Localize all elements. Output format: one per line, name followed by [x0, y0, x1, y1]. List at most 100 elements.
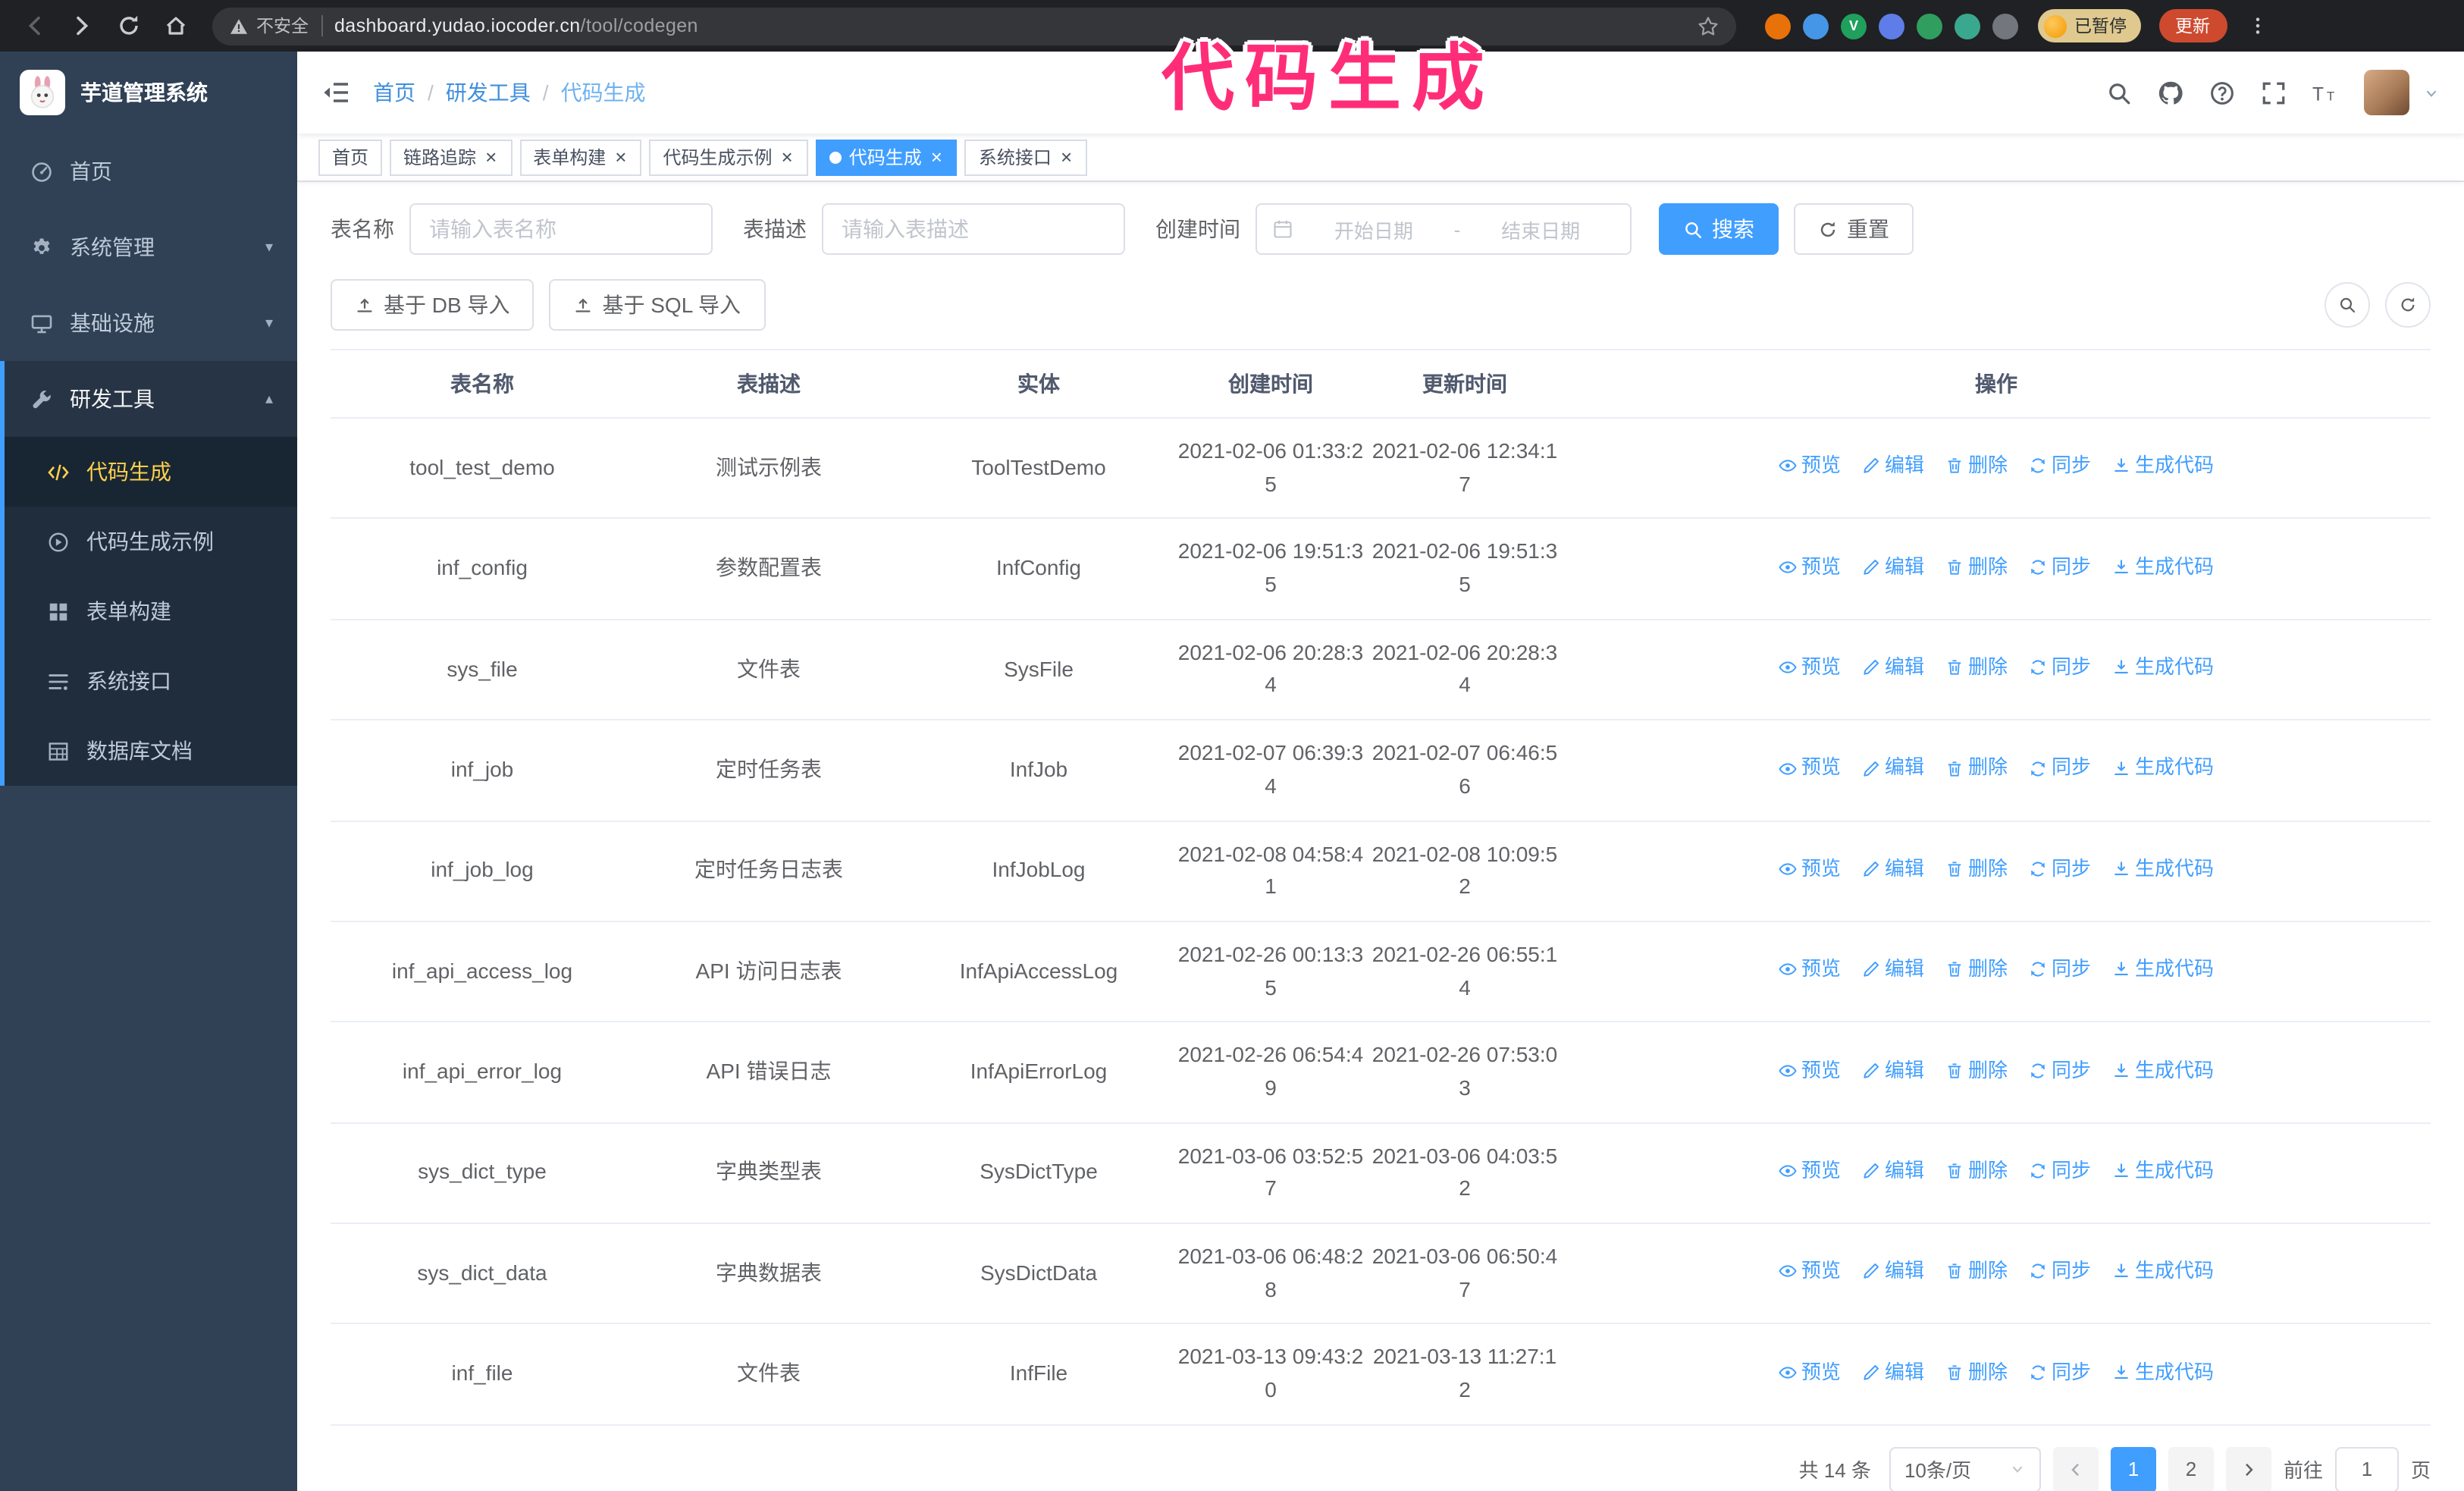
tab-form-builder[interactable]: 表单构建 ×: [519, 139, 642, 175]
date-range-picker[interactable]: 开始日期 - 结束日期: [1256, 203, 1632, 255]
page-size-select[interactable]: 10条/页: [1889, 1446, 2041, 1491]
delete-action-link[interactable]: 删除: [1945, 753, 2008, 783]
generate-action-link[interactable]: 生成代码: [2112, 652, 2214, 683]
close-icon[interactable]: ×: [613, 147, 628, 167]
preview-action-link[interactable]: 预览: [1779, 854, 1841, 884]
page-1-button[interactable]: 1: [2110, 1446, 2156, 1491]
delete-action-link[interactable]: 删除: [1945, 954, 2008, 984]
preview-action-link[interactable]: 预览: [1779, 1357, 1841, 1387]
profile-chip[interactable]: 已暂停: [2038, 9, 2140, 42]
security-warning[interactable]: 不安全: [229, 14, 309, 38]
import-db-button[interactable]: 基于 DB 导入: [331, 279, 534, 331]
sync-action-link[interactable]: 同步: [2029, 451, 2091, 482]
generate-action-link[interactable]: 生成代码: [2112, 1055, 2214, 1085]
preview-action-link[interactable]: 预览: [1779, 451, 1841, 482]
preview-action-link[interactable]: 预览: [1779, 551, 1841, 582]
sync-action-link[interactable]: 同步: [2029, 753, 2091, 783]
tab-codegen-example[interactable]: 代码生成示例 ×: [649, 139, 808, 175]
sidebar-toggle-icon[interactable]: [321, 80, 350, 105]
edit-action-link[interactable]: 编辑: [1862, 652, 1924, 683]
sidebar-item-infrastructure[interactable]: 基础设施 ▾: [0, 285, 297, 361]
browser-update-button[interactable]: 更新: [2158, 9, 2227, 42]
edit-action-link[interactable]: 编辑: [1862, 1257, 1924, 1287]
edit-action-link[interactable]: 编辑: [1862, 1055, 1924, 1085]
delete-action-link[interactable]: 删除: [1945, 451, 2008, 482]
help-icon[interactable]: [2209, 80, 2235, 105]
browser-reload-icon[interactable]: [109, 6, 149, 46]
delete-action-link[interactable]: 删除: [1945, 1357, 2008, 1387]
delete-action-link[interactable]: 删除: [1945, 1156, 2008, 1186]
sync-action-link[interactable]: 同步: [2029, 1257, 2091, 1287]
prev-page-button[interactable]: [2052, 1446, 2099, 1491]
close-icon[interactable]: ×: [1059, 147, 1074, 167]
sidebar-item-db-doc[interactable]: 数据库文档: [5, 716, 297, 786]
edit-action-link[interactable]: 编辑: [1862, 451, 1924, 482]
fullscreen-icon[interactable]: [2261, 80, 2287, 105]
tab-system-api[interactable]: 系统接口 ×: [964, 139, 1088, 175]
user-avatar[interactable]: [2364, 70, 2409, 115]
delete-action-link[interactable]: 删除: [1945, 652, 2008, 683]
edit-action-link[interactable]: 编辑: [1862, 1357, 1924, 1387]
breadcrumb-home[interactable]: 首页: [373, 77, 415, 108]
sync-action-link[interactable]: 同步: [2029, 954, 2091, 984]
chevron-down-icon[interactable]: [2423, 84, 2440, 101]
generate-action-link[interactable]: 生成代码: [2112, 753, 2214, 783]
sidebar-item-system-mgmt[interactable]: 系统管理 ▾: [0, 209, 297, 285]
people-extension-icon[interactable]: [1879, 13, 1904, 39]
edit-action-link[interactable]: 编辑: [1862, 954, 1924, 984]
delete-action-link[interactable]: 删除: [1945, 854, 2008, 884]
address-bar[interactable]: 不安全 dashboard.yudao.iocoder.cn/tool/code…: [212, 7, 1736, 45]
next-page-button[interactable]: [2225, 1446, 2271, 1491]
generate-action-link[interactable]: 生成代码: [2112, 854, 2214, 884]
edit-action-link[interactable]: 编辑: [1862, 854, 1924, 884]
generate-action-link[interactable]: 生成代码: [2112, 551, 2214, 582]
sidebar-item-codegen-example[interactable]: 代码生成示例: [5, 507, 297, 576]
goto-page-input[interactable]: [2334, 1446, 2399, 1491]
refresh-table-button[interactable]: [2385, 282, 2431, 328]
browser-home-icon[interactable]: [156, 6, 196, 46]
search-button[interactable]: 搜索: [1659, 203, 1779, 255]
browser-back-icon[interactable]: [15, 6, 55, 46]
close-icon[interactable]: ×: [929, 147, 944, 167]
delete-action-link[interactable]: 删除: [1945, 1055, 2008, 1085]
close-icon[interactable]: ×: [484, 147, 498, 167]
green-box-extension-icon[interactable]: [1917, 13, 1942, 39]
sync-action-link[interactable]: 同步: [2029, 652, 2091, 683]
breadcrumb-devtools[interactable]: 研发工具: [446, 77, 531, 108]
generate-action-link[interactable]: 生成代码: [2112, 1257, 2214, 1287]
reset-button[interactable]: 重置: [1794, 203, 1914, 255]
sync-action-link[interactable]: 同步: [2029, 854, 2091, 884]
sidebar-item-system-api[interactable]: 系统接口: [5, 646, 297, 716]
preview-action-link[interactable]: 预览: [1779, 1156, 1841, 1186]
sync-action-link[interactable]: 同步: [2029, 1156, 2091, 1186]
blue-drop-extension-icon[interactable]: [1803, 13, 1829, 39]
sidebar-item-codegen[interactable]: 代码生成: [5, 437, 297, 507]
sidebar-item-form-builder[interactable]: 表单构建: [5, 576, 297, 646]
close-icon[interactable]: ×: [780, 147, 795, 167]
preview-action-link[interactable]: 预览: [1779, 1257, 1841, 1287]
preview-action-link[interactable]: 预览: [1779, 954, 1841, 984]
preview-action-link[interactable]: 预览: [1779, 753, 1841, 783]
generate-action-link[interactable]: 生成代码: [2112, 451, 2214, 482]
toggle-search-button[interactable]: [2324, 282, 2370, 328]
green-v-extension-icon[interactable]: V: [1841, 13, 1867, 39]
github-icon[interactable]: [2158, 80, 2183, 105]
preview-action-link[interactable]: 预览: [1779, 1055, 1841, 1085]
puzzle-extension-icon[interactable]: [1992, 13, 2018, 39]
table-desc-input[interactable]: [822, 203, 1125, 255]
sidebar-item-home[interactable]: 首页: [0, 133, 297, 209]
teal-extension-icon[interactable]: [1955, 13, 1980, 39]
sync-action-link[interactable]: 同步: [2029, 1357, 2091, 1387]
generate-action-link[interactable]: 生成代码: [2112, 1156, 2214, 1186]
generate-action-link[interactable]: 生成代码: [2112, 954, 2214, 984]
tab-codegen[interactable]: 代码生成 ×: [815, 139, 958, 175]
edit-action-link[interactable]: 编辑: [1862, 753, 1924, 783]
browser-menu-icon[interactable]: [2239, 8, 2275, 44]
edit-action-link[interactable]: 编辑: [1862, 551, 1924, 582]
sidebar-item-dev-tools[interactable]: 研发工具 ▴: [5, 361, 297, 437]
tab-home[interactable]: 首页: [318, 139, 383, 175]
table-name-input[interactable]: [409, 203, 713, 255]
bookmark-star-icon[interactable]: [1697, 14, 1719, 37]
orange-extension-icon[interactable]: [1765, 13, 1791, 39]
edit-action-link[interactable]: 编辑: [1862, 1156, 1924, 1186]
